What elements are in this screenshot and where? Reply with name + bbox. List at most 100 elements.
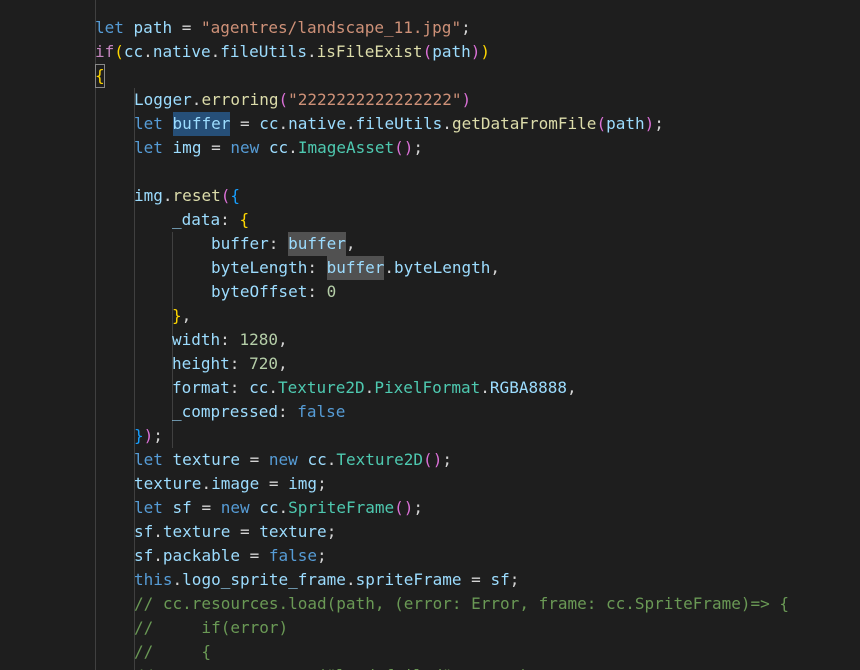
code-token: , — [181, 306, 192, 325]
code-line[interactable]: _data: { — [172, 208, 249, 232]
code-token: = — [239, 450, 269, 469]
code-token: ( — [220, 186, 231, 205]
code-token: spriteFrame — [355, 570, 462, 589]
code-token: = — [230, 114, 260, 133]
code-token: logo_sprite_frame — [182, 570, 346, 589]
code-token: img — [172, 138, 202, 157]
code-token: new — [230, 138, 260, 157]
code-line[interactable]: height: 720, — [172, 352, 288, 376]
code-token: sf — [134, 522, 154, 541]
code-token: : — [277, 402, 298, 421]
code-token: = — [461, 570, 491, 589]
code-token: native — [152, 42, 211, 61]
code-line[interactable]: Logger. erroring("2222222222222222") — [134, 88, 471, 112]
code-token: ) — [403, 138, 414, 157]
code-line[interactable]: // if(error) — [134, 616, 288, 640]
code-line[interactable]: _compressed: false — [172, 400, 345, 424]
code-token: , — [345, 234, 356, 253]
code-token: ; — [442, 450, 452, 469]
code-token: { — [239, 210, 250, 229]
code-token: . — [210, 42, 221, 61]
code-token: let — [134, 114, 163, 133]
code-token: byteLength — [394, 258, 491, 277]
code-line[interactable]: }, — [172, 304, 191, 328]
code-token: reset — [172, 186, 221, 205]
code-line[interactable]: this. logo_sprite_frame. spriteFrame = sf; — [134, 568, 519, 592]
code-token: . — [442, 114, 452, 133]
code-token: { — [95, 64, 105, 88]
code-token: = — [259, 474, 289, 493]
code-line[interactable]: width: 1280, — [172, 328, 288, 352]
code-token: : — [229, 378, 250, 397]
code-token: isFileExist — [316, 42, 423, 61]
code-line[interactable]: }); — [134, 424, 163, 448]
code-line[interactable]: // cc.resources.load(path, (error: Error… — [134, 592, 789, 616]
code-token: byteOffset — [211, 282, 308, 301]
code-token: . — [306, 42, 317, 61]
code-token: height — [172, 354, 230, 373]
code-token: Logger — [134, 90, 192, 109]
code-token: fileUtils — [220, 42, 307, 61]
code-token: ; — [317, 474, 327, 493]
code-token: new — [268, 450, 298, 469]
code-token: ) — [470, 42, 481, 61]
code-line[interactable]: let sf = new cc. SpriteFrame(); — [134, 496, 423, 520]
code-token: : — [307, 258, 327, 277]
code-line[interactable]: let texture = new cc. Texture2D(); — [134, 448, 452, 472]
code-line[interactable]: texture. image = img; — [134, 472, 327, 496]
code-token: cc — [259, 114, 279, 133]
code-line[interactable]: // { — [134, 640, 211, 664]
code-token: } — [172, 306, 182, 325]
code-token: ; — [326, 522, 337, 541]
code-token: let — [134, 138, 163, 157]
code-token: { — [230, 186, 240, 205]
code-editor[interactable]: let path = "agentres/landscape_11.jpg"; i… — [0, 0, 860, 670]
code-token: . — [326, 450, 337, 469]
code-line[interactable]: buffer: buffer, — [211, 232, 356, 256]
code-token: . — [143, 42, 153, 61]
code-token: "agentres/landscape_11.jpg" — [200, 18, 462, 37]
code-token: : — [229, 354, 250, 373]
code-token: buffer — [326, 256, 385, 280]
code-token: ) — [461, 90, 472, 109]
code-token: new — [220, 498, 250, 517]
code-token: PixelFormat — [374, 378, 481, 397]
code-line[interactable]: // cc.error("load failed", error); — [134, 664, 539, 670]
code-token: let — [134, 498, 163, 517]
code-token: sf — [490, 570, 510, 589]
code-line[interactable]: let buffer = cc. native. fileUtils. getData… — [134, 112, 664, 136]
code-token: sf — [172, 498, 192, 517]
code-line[interactable]: let img = new cc. ImageAsset(); — [134, 136, 423, 160]
code-token: . — [153, 522, 163, 541]
code-line[interactable]: format: cc. Texture2D. PixelFormat. RGBA888… — [172, 376, 577, 400]
code-token: . — [153, 546, 163, 565]
code-token: _data — [172, 210, 221, 229]
indent-guide — [95, 0, 96, 670]
code-line[interactable]: sf. texture = texture; — [134, 520, 336, 544]
code-line[interactable]: img. reset({ — [134, 184, 240, 208]
code-line[interactable]: byteOffset: 0 — [211, 280, 336, 304]
code-token: ; — [461, 18, 471, 37]
code-token: // cc.error("load failed", error); — [134, 664, 539, 670]
code-line[interactable]: let path = "agentres/landscape_11.jpg"; — [95, 16, 471, 40]
code-token: width — [172, 330, 221, 349]
code-token: . — [268, 378, 278, 397]
code-token: path — [133, 18, 173, 37]
code-token: ( — [278, 90, 289, 109]
code-token: ) — [644, 114, 655, 133]
code-token: . — [278, 498, 289, 517]
code-token: false — [268, 546, 318, 565]
code-token: , — [490, 258, 500, 277]
code-line[interactable]: sf. packable = false; — [134, 544, 327, 568]
code-line[interactable]: if(cc. native. fileUtils. isFileExist(path)… — [95, 40, 490, 64]
code-line[interactable]: { — [95, 64, 105, 88]
code-token: ( — [423, 450, 433, 469]
code-token: ) — [432, 450, 443, 469]
code-token: . — [345, 114, 356, 133]
code-line[interactable]: byteLength: buffer. byteLength, — [211, 256, 500, 280]
